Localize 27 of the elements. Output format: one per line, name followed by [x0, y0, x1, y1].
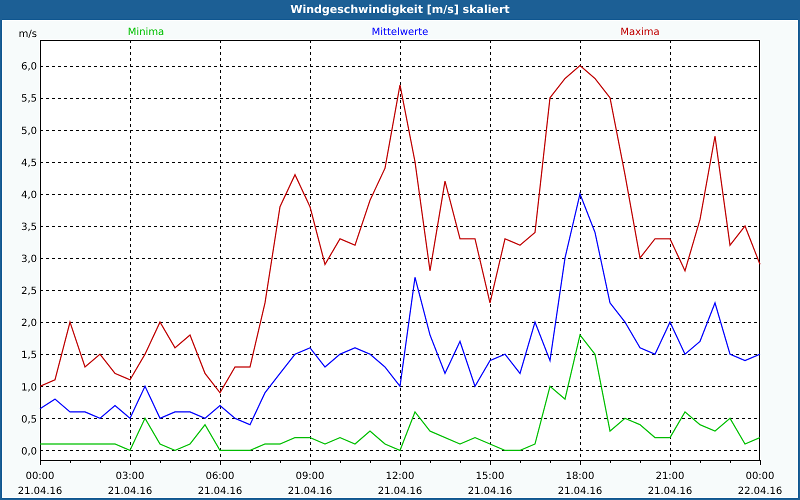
y-tick-label: 1,5 — [21, 350, 37, 362]
y-tick-label: 4,0 — [21, 190, 37, 201]
y-tick-label: 0,5 — [21, 414, 37, 426]
y-tick-label: 0,0 — [21, 446, 37, 458]
x-tick-label: 15:00 21.04.16 — [468, 471, 512, 497]
x-tick-label: 21:00 21.04.16 — [648, 471, 692, 497]
legend-label: Maxima — [620, 27, 660, 38]
x-tick-label: 00:00 21.04.16 — [18, 471, 62, 497]
x-tick-label: 18:00 21.04.16 — [558, 471, 602, 497]
x-tick-label: 12:00 21.04.16 — [378, 471, 422, 497]
y-tick-label: 3,5 — [21, 222, 37, 233]
y-tick-label: 1,0 — [21, 382, 37, 394]
legend-label: Minima — [128, 27, 164, 38]
y-tick-label: 5,0 — [21, 126, 37, 137]
y-tick-label: 5,5 — [21, 94, 37, 105]
x-tick-label: 06:00 21.04.16 — [198, 471, 242, 497]
y-tick-label: 6,0 — [21, 62, 37, 73]
x-tick-label: 00:00 22.04.16 — [738, 471, 782, 497]
y-tick-label: 4,5 — [21, 158, 37, 169]
x-tick-label: 03:00 21.04.16 — [108, 471, 152, 497]
y-tick-label: 2,0 — [21, 318, 37, 330]
legend-label: Mittelwerte — [372, 27, 428, 38]
y-axis-label: m/s — [18, 29, 37, 40]
y-tick-label: 2,5 — [21, 286, 37, 298]
x-tick-label: 09:00 21.04.16 — [288, 471, 332, 497]
y-tick-label: 3,0 — [21, 254, 37, 266]
window-title: Windgeschwindigkeit [m/s] skaliert — [289, 2, 511, 18]
